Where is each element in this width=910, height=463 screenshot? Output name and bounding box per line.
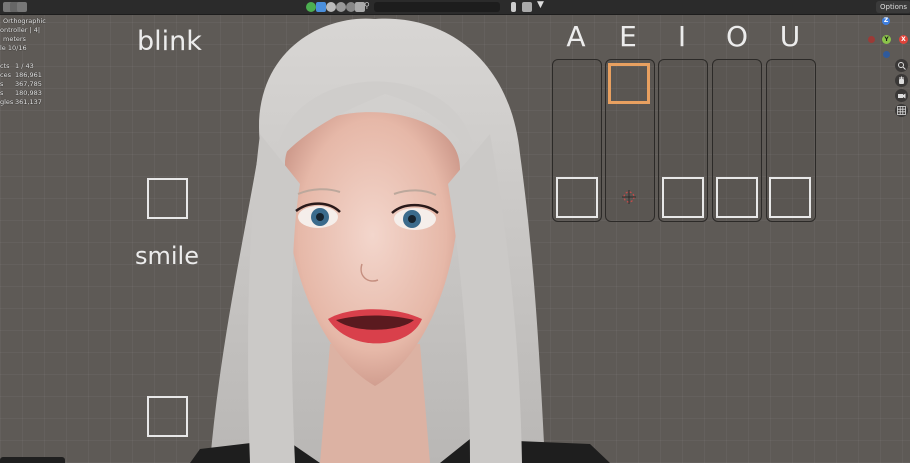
grid-icon bbox=[897, 106, 906, 115]
smile-control[interactable] bbox=[147, 396, 188, 437]
neg-x-axis-handle[interactable] bbox=[868, 36, 875, 43]
vowel-label-o: O bbox=[725, 20, 749, 53]
vowel-control-i[interactable] bbox=[662, 177, 704, 218]
hand-icon bbox=[899, 76, 904, 84]
vowel-label-u: U bbox=[779, 20, 801, 53]
search-icon: ⚲ bbox=[364, 1, 370, 10]
xray-toggle-icon[interactable] bbox=[316, 2, 326, 12]
vowel-control-o[interactable] bbox=[716, 177, 758, 218]
vowel-label-e: E bbox=[619, 20, 637, 53]
blink-label: blink bbox=[137, 26, 202, 57]
shading-material-icon[interactable] bbox=[336, 2, 346, 12]
pan-button[interactable] bbox=[895, 74, 908, 87]
search-input[interactable] bbox=[374, 2, 500, 12]
neg-z-axis-handle[interactable] bbox=[883, 51, 890, 58]
overlay-toggle-icon[interactable] bbox=[306, 2, 316, 12]
viewport-header: ⚲ ▼ Options bbox=[0, 0, 910, 15]
x-axis-handle[interactable]: X bbox=[899, 35, 908, 44]
bookmark-icon[interactable] bbox=[511, 2, 516, 12]
add-menu-icon[interactable] bbox=[17, 2, 27, 12]
object-types-icon[interactable] bbox=[522, 2, 532, 12]
zoom-button[interactable] bbox=[895, 59, 908, 72]
z-axis-handle[interactable]: Z bbox=[882, 17, 890, 25]
y-axis-handle[interactable]: Y bbox=[882, 35, 891, 44]
navigation-gizmo[interactable]: Z Y X bbox=[864, 16, 908, 60]
smile-label: smile bbox=[135, 242, 199, 270]
perspective-toggle-button[interactable] bbox=[895, 104, 908, 117]
3d-cursor-icon bbox=[622, 190, 636, 204]
character-render bbox=[190, 18, 610, 463]
vowel-control-u[interactable] bbox=[769, 177, 811, 218]
camera-view-button[interactable] bbox=[895, 89, 908, 102]
bottom-dark-tab bbox=[0, 457, 65, 463]
camera-view-icon bbox=[898, 93, 906, 99]
filter-icon[interactable]: ▼ bbox=[537, 0, 544, 10]
vowel-control-a[interactable] bbox=[556, 177, 598, 218]
vowel-label-a: A bbox=[566, 20, 586, 53]
vowel-control-e[interactable] bbox=[608, 63, 650, 104]
options-button[interactable]: Options bbox=[876, 1, 910, 13]
shading-solid-icon[interactable] bbox=[326, 2, 336, 12]
3d-viewport[interactable]: ⚲ ▼ Options Orthographic ontroller | 4| … bbox=[0, 0, 910, 463]
zoom-icon bbox=[898, 62, 906, 70]
blink-control[interactable] bbox=[147, 178, 188, 219]
vowel-label-i: I bbox=[677, 20, 687, 53]
